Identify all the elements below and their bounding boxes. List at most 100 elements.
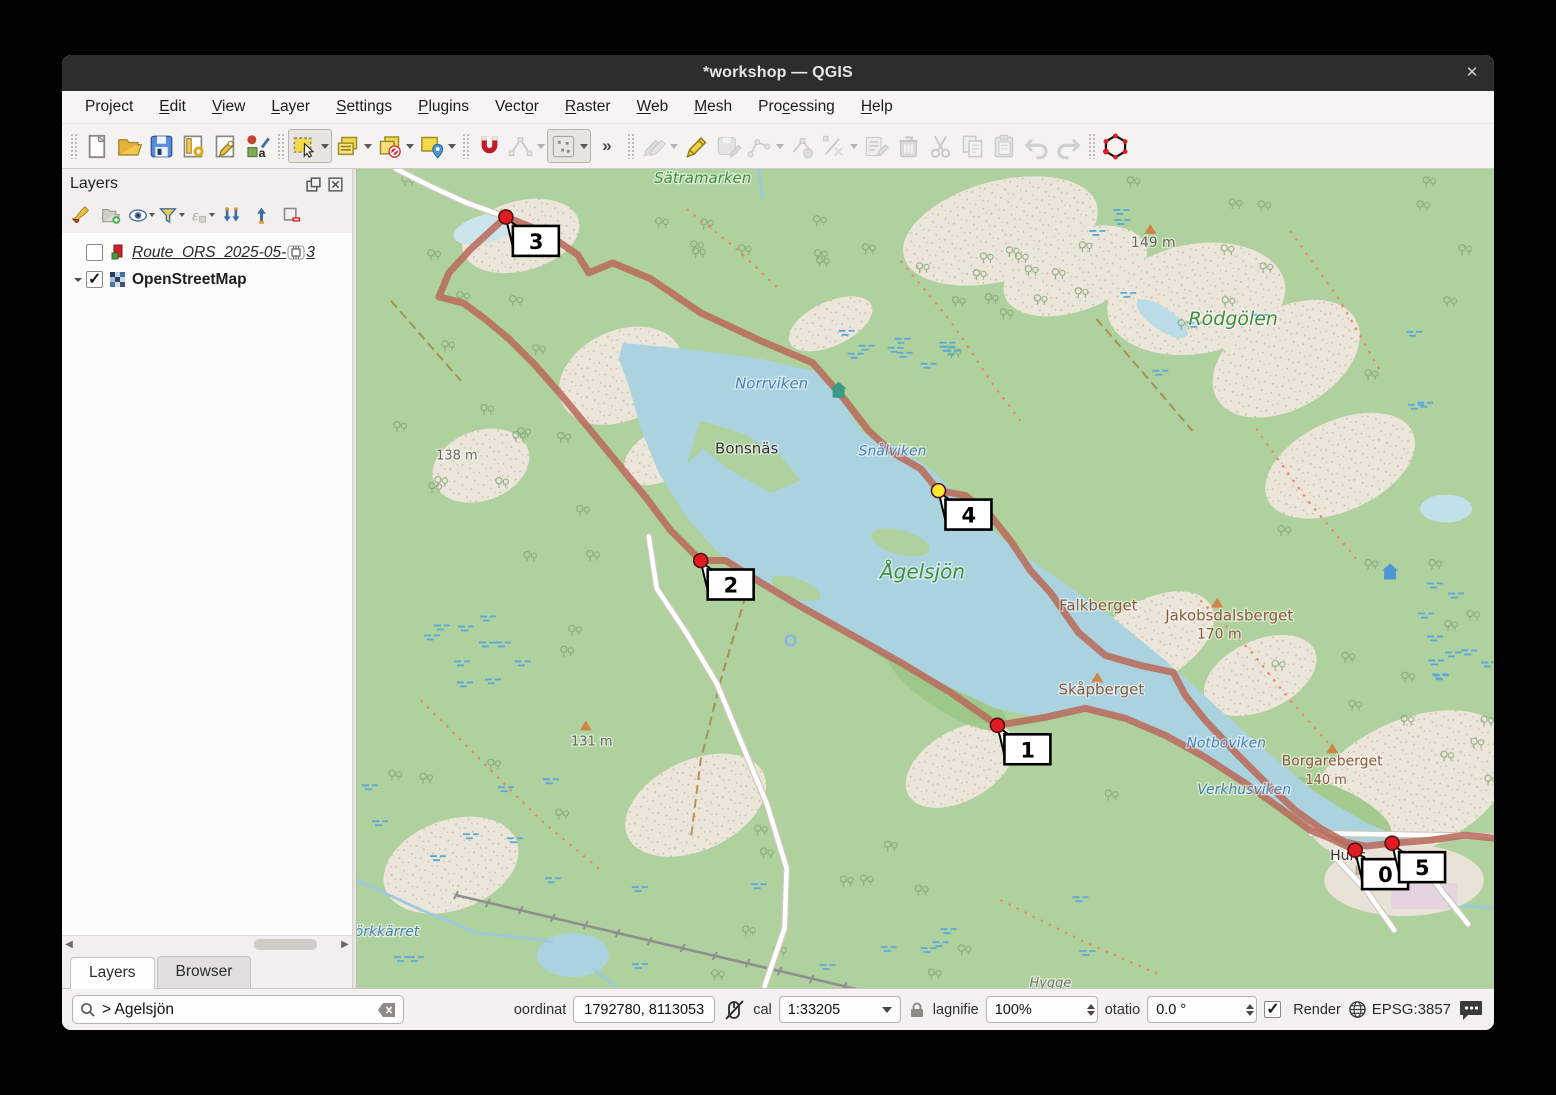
scale-combobox[interactable]: 1:33205 — [778, 996, 901, 1023]
toolbar-handle[interactable] — [1088, 133, 1095, 159]
dropdown-arrow-icon[interactable] — [537, 143, 545, 149]
panel-button-remove-layer[interactable] — [278, 202, 305, 228]
menu-processing[interactable]: Processing — [747, 94, 846, 120]
panel-button-expand-all[interactable] — [218, 202, 245, 228]
menu-raster[interactable]: Raster — [554, 94, 622, 120]
dropdown-arrow-icon[interactable] — [406, 143, 414, 149]
spin-arrows-icon[interactable] — [1086, 1003, 1095, 1016]
vertex-tool-icon — [792, 137, 813, 158]
coordinate-label: oordinat — [513, 1001, 567, 1018]
panel-button-open-layer-styling[interactable] — [68, 202, 95, 228]
rotation-spinbox[interactable]: 0.0 ° — [1147, 996, 1258, 1023]
toolbar-handle[interactable] — [462, 133, 469, 159]
dropdown-arrow-icon[interactable] — [364, 143, 372, 149]
add-feature-icon — [747, 138, 771, 157]
panel-button-collapse-all[interactable] — [248, 202, 275, 228]
dropdown-arrow-icon[interactable] — [776, 143, 784, 149]
layers-panel-title: Layers — [70, 175, 119, 192]
layers-hscrollbar[interactable]: ◀ ▶ — [62, 935, 352, 952]
layer-row-openstreetmap[interactable]: OpenStreetMap — [62, 266, 352, 293]
panel-button-filter-legend[interactable] — [158, 202, 185, 228]
panel-button-manage-map-themes[interactable] — [128, 202, 155, 228]
dropdown-arrow-icon[interactable] — [321, 143, 329, 149]
scale-label: cal — [753, 1001, 772, 1018]
dropdown-arrow-icon[interactable] — [448, 143, 456, 149]
map-label: 138 m — [436, 449, 478, 464]
render-checkbox[interactable]: Render — [1264, 999, 1341, 1019]
tab-layers[interactable]: Layers — [70, 957, 155, 989]
magnifier-spinbox[interactable]: 100% — [985, 996, 1098, 1023]
menu-mesh[interactable]: Mesh — [683, 94, 743, 120]
toolbar-handle[interactable] — [277, 133, 284, 159]
toolbar-button-select-features-by-value[interactable] — [332, 129, 374, 163]
copy-features-icon — [962, 135, 982, 157]
toolbar-button-select-features[interactable] — [288, 129, 332, 163]
toolbar-button-advanced-digitizing[interactable] — [547, 129, 591, 163]
panel-button-filter-expression[interactable]: ε — [188, 202, 215, 228]
dropdown-arrow-icon[interactable] — [580, 143, 588, 149]
search-input[interactable]: > Agelsjön — [102, 1001, 372, 1019]
layer-checkbox-route[interactable] — [86, 244, 103, 261]
toolbar-button-style-manager[interactable]: a — [241, 129, 273, 163]
toolbar-button-select-by-location[interactable] — [416, 129, 458, 163]
filter-expression-icon: ε — [192, 208, 206, 224]
messages-icon[interactable] — [1458, 999, 1484, 1021]
scroll-left-icon[interactable]: ◀ — [62, 939, 76, 950]
dropdown-arrow-icon[interactable] — [670, 143, 678, 149]
panel-button-add-group[interactable] — [98, 202, 125, 228]
clear-search-icon[interactable] — [378, 1002, 396, 1017]
expand-all-icon — [223, 207, 240, 222]
layer-expand-caret[interactable] — [70, 275, 86, 285]
locator-search[interactable]: > Agelsjön — [72, 995, 404, 1024]
toolbar-button-multiedit-attributes — [860, 129, 892, 163]
toolbar-button-overflow[interactable]: » — [591, 129, 623, 163]
current-edits-icon — [643, 139, 667, 156]
toolbar-button-snapping[interactable] — [473, 129, 505, 163]
map-label: Bonsnäs — [715, 440, 778, 458]
menu-view[interactable]: View — [201, 94, 256, 120]
lock-scale-icon[interactable] — [908, 1001, 926, 1019]
coordinate-field[interactable]: 1792780, 8113053 — [573, 996, 716, 1023]
window-close-icon[interactable]: ✕ — [1462, 63, 1482, 83]
toolbar-button-new-project[interactable] — [81, 129, 113, 163]
layer-row-route[interactable]: Route_ORS_2025-05- 3 — [62, 239, 352, 266]
menu-help[interactable]: Help — [850, 94, 904, 120]
map-canvas[interactable]: Sätramarken 149 m Rödgölen Norrviken Bonsnäs… — [357, 169, 1494, 988]
toolbar-button-ors-tools[interactable] — [1099, 129, 1131, 163]
dropdown-arrow-icon[interactable] — [850, 143, 858, 149]
scroll-thumb[interactable] — [254, 938, 318, 950]
panel-close-icon[interactable] — [327, 176, 344, 193]
toolbar-handle[interactable] — [70, 133, 77, 159]
toolbar-button-deselect-features[interactable] — [374, 129, 416, 163]
toolbar-button-save-project[interactable] — [145, 129, 177, 163]
toolbar-button-layout-manager[interactable] — [209, 129, 241, 163]
menu-plugins[interactable]: Plugins — [407, 94, 480, 120]
svg-text:a: a — [258, 146, 265, 160]
toggle-editing-icon — [685, 136, 707, 158]
toolbar-handle[interactable] — [627, 133, 634, 159]
layer-checkbox-openstreetmap[interactable] — [86, 269, 103, 289]
dropdown-arrow-icon[interactable] — [179, 213, 185, 217]
menu-web[interactable]: Web — [626, 94, 680, 120]
menu-edit[interactable]: Edit — [148, 94, 197, 120]
dropdown-arrow-icon[interactable] — [149, 213, 155, 217]
scroll-right-icon[interactable]: ▶ — [338, 939, 352, 950]
toggle-extents-icon[interactable] — [722, 998, 746, 1022]
toolbar-button-new-print-layout[interactable] — [177, 129, 209, 163]
spin-arrows-icon[interactable] — [1246, 1003, 1255, 1016]
menu-project[interactable]: Project — [74, 94, 144, 120]
menu-settings[interactable]: Settings — [325, 94, 403, 120]
menu-layer[interactable]: Layer — [260, 94, 321, 120]
toolbar-button-toggle-editing[interactable] — [680, 129, 712, 163]
add-group-icon — [102, 208, 121, 224]
toolbar-button-current-edits — [638, 129, 680, 163]
toolbar-button-copy-features — [956, 129, 988, 163]
tab-browser[interactable]: Browser — [156, 956, 252, 988]
memory-layer-indicator-icon[interactable] — [287, 245, 305, 260]
menu-vector[interactable]: Vector — [484, 94, 550, 120]
toolbar-button-open-project[interactable] — [113, 129, 145, 163]
crs-status[interactable]: EPSG:3857 — [1348, 1000, 1451, 1019]
dropdown-arrow-icon[interactable] — [209, 213, 215, 217]
panel-float-icon[interactable] — [305, 176, 322, 193]
layer-tree: Route_ORS_2025-05- 3 ✓ OpenStreetMap — [62, 233, 352, 935]
